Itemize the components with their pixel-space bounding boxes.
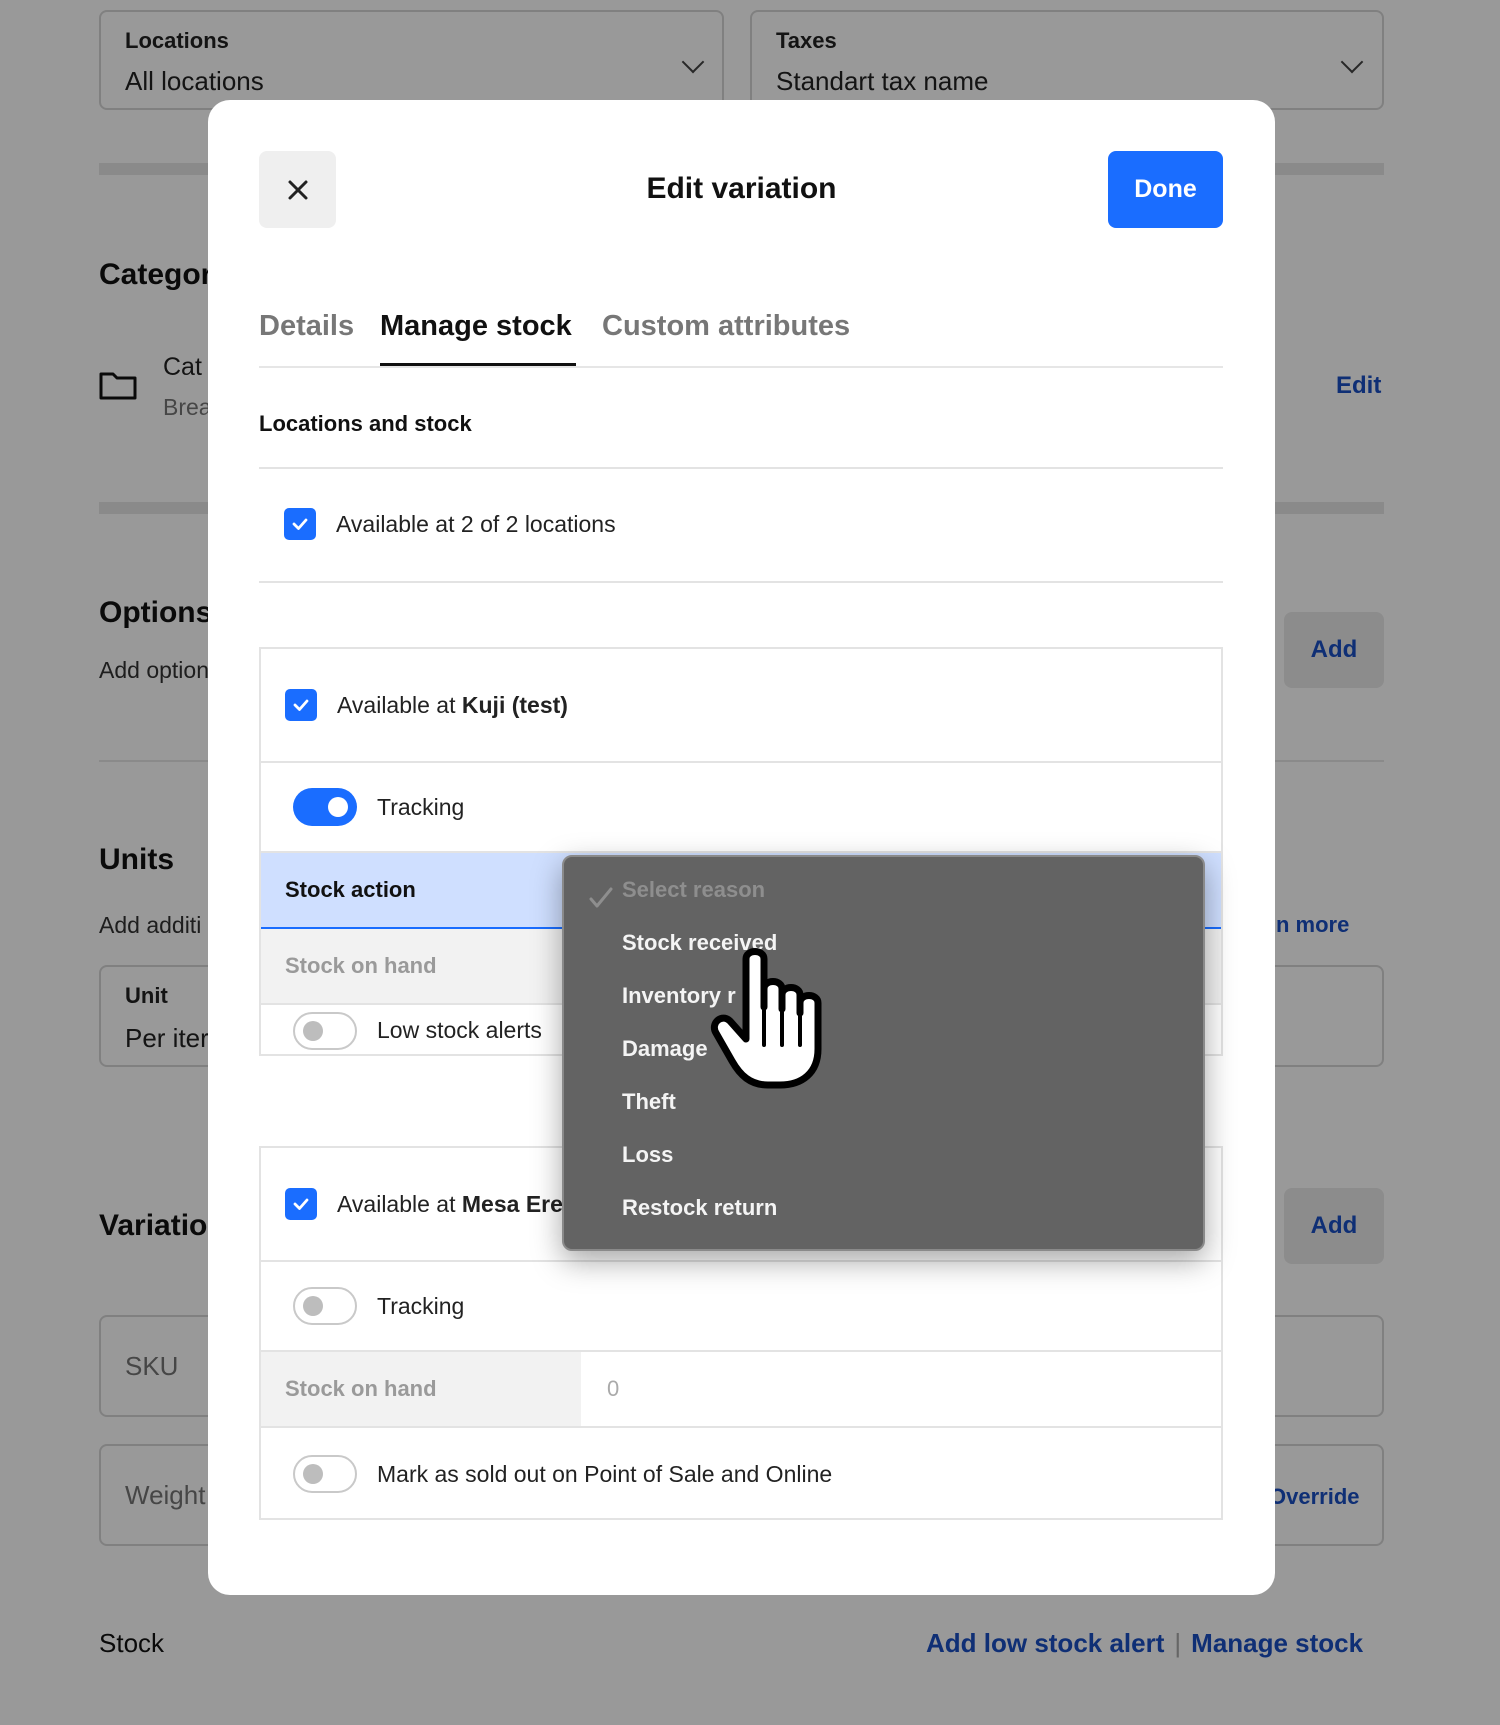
edit-variation-modal: Edit variation Done Details Manage stock… [208, 100, 1275, 1595]
available-prefix: Available at [337, 1190, 462, 1217]
sold-out-row: Mark as sold out on Point of Sale and On… [261, 1428, 1221, 1520]
tab-bar: Details Manage stock Custom attributes [259, 310, 1223, 368]
location-available-label: Available at Kuji (test) [337, 692, 568, 719]
location-available-checkbox[interactable] [285, 689, 317, 721]
stock-reason-dropdown: Select reason Stock received Inventory r… [562, 855, 1205, 1251]
available-all-label: Available at 2 of 2 locations [336, 510, 616, 537]
divider [259, 467, 1223, 469]
toggle-knob [328, 797, 348, 817]
divider [259, 581, 1223, 583]
available-all-row[interactable]: Available at 2 of 2 locations [284, 508, 616, 540]
hand-pointer-icon [711, 948, 822, 1089]
toggle-knob [303, 1020, 323, 1041]
dropdown-option-theft[interactable]: Theft [622, 1089, 676, 1115]
low-stock-alerts-label: Low stock alerts [377, 1017, 542, 1043]
tracking-row: Tracking [261, 763, 1221, 851]
checkmark-icon [292, 518, 308, 530]
available-all-checkbox[interactable] [284, 508, 316, 540]
stock-on-hand-label: Stock on hand [261, 1352, 581, 1426]
tracking-toggle[interactable] [293, 788, 357, 826]
tracking-toggle[interactable] [293, 1287, 357, 1325]
low-stock-alerts-toggle[interactable] [293, 1011, 357, 1050]
sold-out-toggle[interactable] [293, 1455, 357, 1493]
location-name: Kuji (test) [461, 691, 568, 718]
sold-out-label: Mark as sold out on Point of Sale and On… [377, 1460, 833, 1487]
stock-on-hand-value: 0 [607, 1376, 620, 1401]
tab-details[interactable]: Details [259, 310, 354, 343]
checkmark-icon [293, 699, 309, 711]
dropdown-option-loss[interactable]: Loss [622, 1142, 673, 1168]
section-title: Locations and stock [259, 411, 472, 436]
tracking-label: Tracking [377, 1292, 465, 1319]
location-available-row[interactable]: Available at Kuji (test) [261, 649, 1221, 761]
tab-custom-attributes[interactable]: Custom attributes [602, 310, 850, 343]
tracking-row: Tracking [261, 1262, 1221, 1350]
location-available-checkbox[interactable] [285, 1188, 317, 1220]
tracking-label: Tracking [377, 793, 465, 820]
location-available-label: Available at Mesa Ere [337, 1191, 563, 1218]
location-name: Mesa Ere [461, 1190, 563, 1217]
tab-manage-stock[interactable]: Manage stock [380, 310, 572, 343]
toggle-knob [303, 1464, 323, 1484]
available-prefix: Available at [337, 691, 462, 718]
active-tab-indicator [380, 363, 576, 366]
dropdown-placeholder: Select reason [622, 877, 766, 902]
dropdown-option-damage[interactable]: Damage [622, 1036, 708, 1062]
stock-action-label: Stock action [285, 877, 416, 902]
dropdown-option-restock-return[interactable]: Restock return [622, 1195, 777, 1221]
done-button[interactable]: Done [1108, 151, 1223, 228]
stock-on-hand-input[interactable]: 0 [581, 1352, 1221, 1426]
checkmark-icon [293, 1198, 309, 1210]
toggle-knob [303, 1296, 323, 1316]
checkmark-icon [589, 887, 613, 908]
